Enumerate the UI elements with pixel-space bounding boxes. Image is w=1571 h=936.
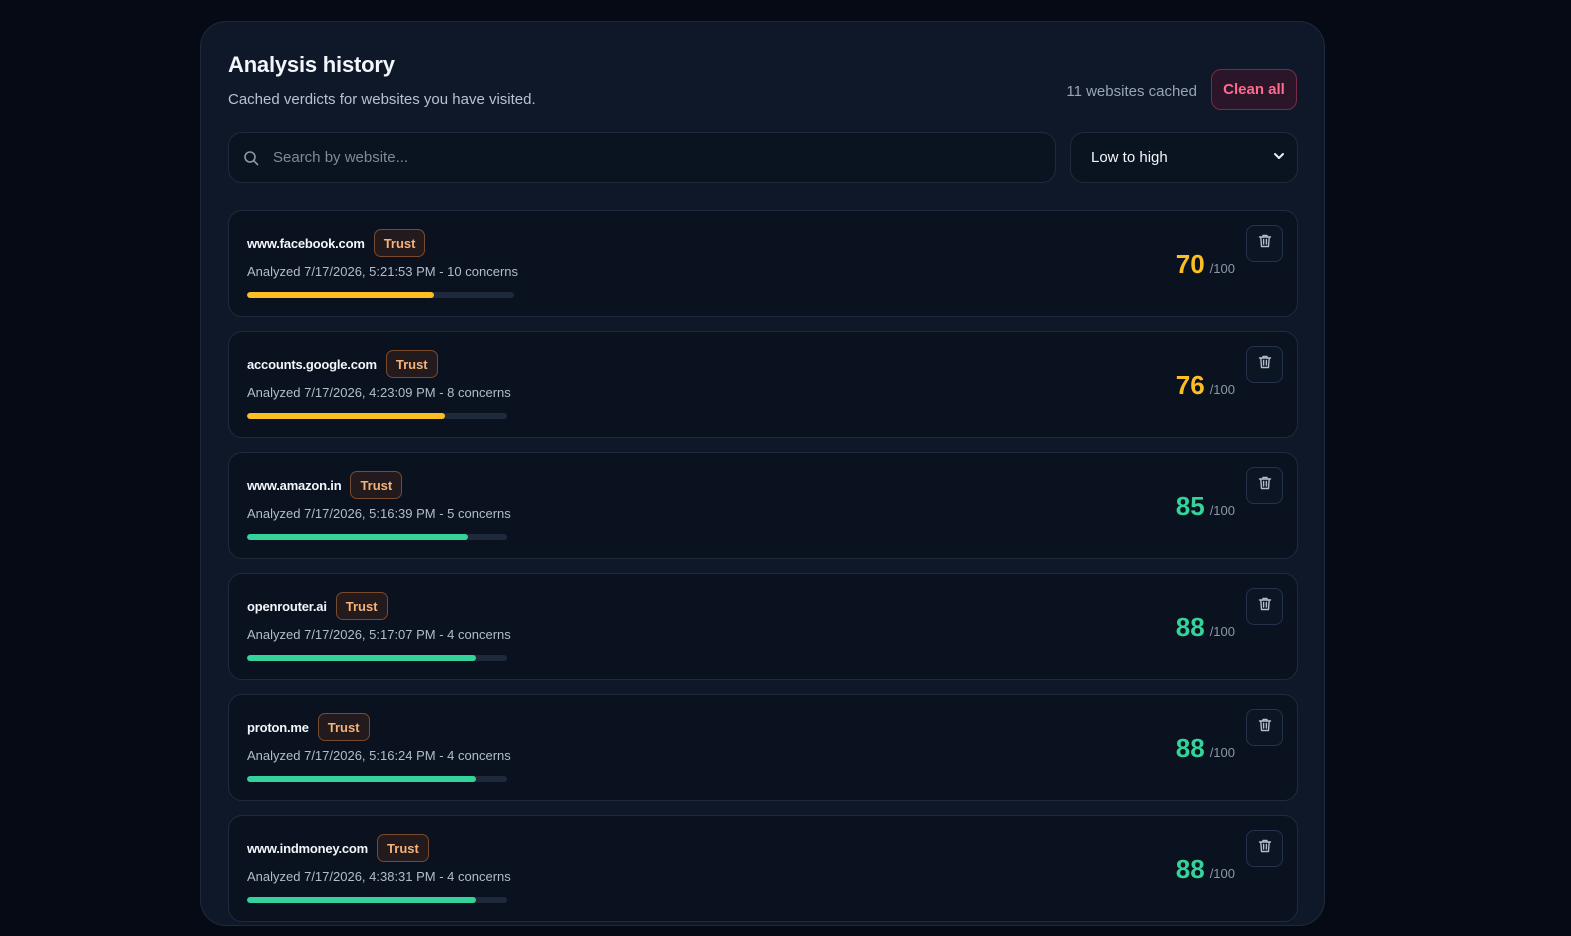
score-bar-track [247,897,507,903]
delete-button[interactable] [1246,830,1283,867]
score-bar-track [247,534,507,540]
score-max: /100 [1209,745,1235,760]
analysis-meta: Analyzed 7/17/2026, 5:17:07 PM - 4 conce… [247,627,511,642]
site-name[interactable]: openrouter.ai [247,599,327,614]
delete-button[interactable] [1246,588,1283,625]
sort-select[interactable]: Low to high [1070,132,1298,183]
trust-badge: Trust [377,834,429,862]
score-value: 88 [1175,612,1205,642]
score-max: /100 [1209,261,1235,276]
trust-badge: Trust [385,350,438,378]
analysis-meta: Analyzed 7/17/2026, 4:38:31 PM - 4 conce… [247,869,511,884]
trash-icon [1257,475,1273,496]
history-panel: Analysis history Cached verdicts for web… [200,21,1325,926]
search-box[interactable] [228,132,1056,183]
score-max: /100 [1209,382,1235,397]
history-list: www.facebook.com Trust Analyzed 7/17/202… [228,210,1298,936]
score-bar-fill [247,413,445,419]
delete-button[interactable] [1246,346,1283,383]
history-card: proton.me Trust Analyzed 7/17/2026, 5:16… [228,694,1298,801]
score: 70 /100 [1176,249,1235,280]
score: 88 /100 [1176,733,1235,764]
score-value: 88 [1175,854,1205,884]
score-bar-fill [247,292,434,298]
cached-count: 11 websites cached [1066,83,1197,100]
search-input[interactable] [273,133,1055,182]
analysis-meta: Analyzed 7/17/2026, 4:23:09 PM - 8 conce… [247,385,511,400]
chevron-down-icon [1273,149,1285,166]
site-name[interactable]: proton.me [247,720,309,735]
site-name[interactable]: accounts.google.com [247,357,377,372]
trash-icon [1257,838,1273,859]
page-subtitle: Cached verdicts for websites you have vi… [228,91,536,108]
delete-button[interactable] [1246,467,1283,504]
trust-badge: Trust [335,592,388,620]
history-card: www.facebook.com Trust Analyzed 7/17/202… [228,210,1298,317]
site-name[interactable]: www.facebook.com [247,236,365,251]
analysis-meta: Analyzed 7/17/2026, 5:16:39 PM - 5 conce… [247,506,511,521]
score: 88 /100 [1176,612,1235,643]
score: 85 /100 [1176,491,1235,522]
sort-selected-value: Low to high [1091,149,1168,166]
trust-badge: Trust [373,229,426,257]
analysis-meta: Analyzed 7/17/2026, 5:21:53 PM - 10 conc… [247,264,519,279]
score-bar-fill [247,655,476,661]
trash-icon [1257,717,1273,738]
score-value: 88 [1175,733,1205,763]
search-icon [243,150,259,166]
clean-all-button[interactable]: Clean all [1211,69,1297,110]
score-bar-fill [247,776,476,782]
score-value: 85 [1175,491,1205,521]
delete-button[interactable] [1246,225,1283,262]
score: 76 /100 [1176,370,1235,401]
score-value: 76 [1175,370,1205,400]
trash-icon [1257,233,1273,254]
history-card: www.indmoney.com Trust Analyzed 7/17/202… [228,815,1298,922]
trash-icon [1257,596,1273,617]
trust-badge: Trust [317,713,370,741]
score-bar-track [247,292,514,298]
page-title: Analysis history [228,52,395,77]
site-name[interactable]: www.amazon.in [247,478,342,493]
trust-badge: Trust [350,471,403,499]
score-bar-track [247,413,507,419]
score: 88 /100 [1176,854,1235,885]
history-card: openrouter.ai Trust Analyzed 7/17/2026, … [228,573,1298,680]
history-card: accounts.google.com Trust Analyzed 7/17/… [228,331,1298,438]
score-bar-fill [247,534,468,540]
analysis-meta: Analyzed 7/17/2026, 5:16:24 PM - 4 conce… [247,748,511,763]
score-max: /100 [1209,624,1235,639]
score-max: /100 [1209,503,1235,518]
score-bar-track [247,776,507,782]
delete-button[interactable] [1246,709,1283,746]
score-bar-fill [247,897,476,903]
score-value: 70 [1175,249,1205,279]
score-max: /100 [1209,866,1235,881]
history-card: www.amazon.in Trust Analyzed 7/17/2026, … [228,452,1298,559]
trash-icon [1257,354,1273,375]
site-name[interactable]: www.indmoney.com [247,841,368,856]
score-bar-track [247,655,507,661]
